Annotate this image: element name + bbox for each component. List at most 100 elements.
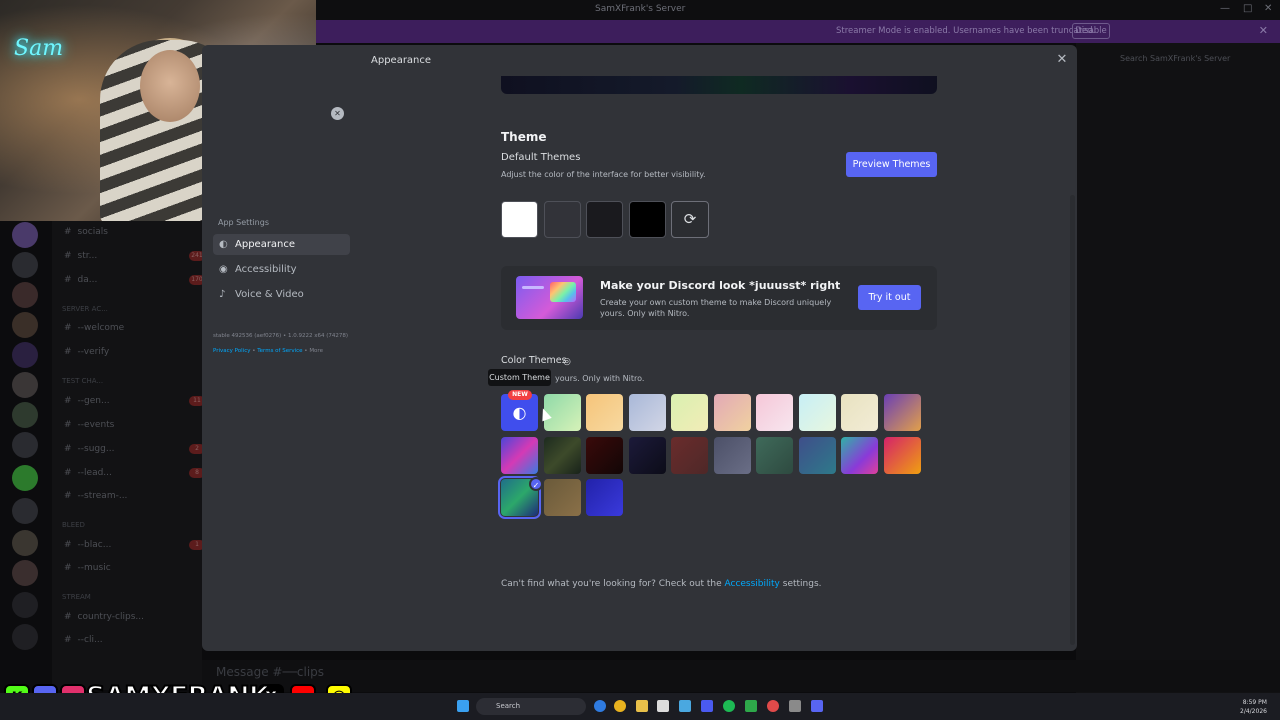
server-icon[interactable]	[12, 222, 38, 248]
channel-category[interactable]: SERVER AC...	[62, 305, 108, 313]
terms-link[interactable]: Terms of Service	[257, 348, 302, 354]
sidebar-item-appearance[interactable]: ◐ Appearance	[213, 234, 350, 255]
windows-taskbar	[0, 693, 1280, 720]
color-theme-swatch[interactable]	[756, 436, 793, 474]
illustration-window	[550, 282, 576, 302]
color-theme-swatch[interactable]	[798, 436, 836, 474]
sync-icon[interactable]: ⟳	[671, 201, 709, 238]
discord-icon[interactable]	[811, 700, 823, 712]
app-icon[interactable]	[745, 700, 757, 712]
server-icon[interactable]	[12, 312, 38, 338]
channel-category[interactable]: stream	[62, 593, 91, 601]
microphone-icon: ♪	[219, 289, 226, 300]
color-theme-swatch[interactable]	[628, 394, 666, 431]
channel-category[interactable]: Test Cha...	[62, 377, 103, 385]
message-input[interactable]: Message #──clips	[216, 665, 324, 679]
color-theme-swatch[interactable]	[628, 436, 666, 474]
file-explorer-icon[interactable]	[636, 700, 648, 712]
disable-streamer-mode-button[interactable]: Disable	[1072, 23, 1110, 39]
theme-swatch-ash[interactable]	[544, 201, 581, 238]
minimize-button[interactable]: —	[1220, 3, 1230, 14]
sidebar-close-icon[interactable]: ✕	[331, 107, 344, 120]
window-close-button[interactable]: ✕	[1264, 3, 1272, 14]
server-search-input[interactable]: Search SamXFrank's Server	[1120, 54, 1230, 63]
privacy-policy-link[interactable]: Privacy Policy	[213, 348, 250, 354]
channel-item[interactable]: # --events	[64, 420, 114, 430]
start-icon[interactable]	[457, 700, 469, 712]
server-icon[interactable]	[12, 432, 38, 458]
color-theme-swatch[interactable]	[671, 436, 708, 474]
taskbar-search[interactable]: Search	[476, 698, 586, 715]
palette-icon: ◐	[219, 239, 228, 250]
message-composer: Message #──clips	[202, 660, 1280, 692]
app-icon[interactable]	[679, 700, 691, 712]
channel-item[interactable]: # --gen...	[64, 396, 110, 406]
check-icon: ✓	[529, 477, 543, 491]
settings-icon[interactable]	[789, 700, 801, 712]
streamer-face	[140, 50, 200, 122]
explore-icon[interactable]	[12, 624, 38, 650]
sidebar-item-voice-video[interactable]: ♪ Voice & Video	[213, 284, 350, 305]
color-theme-swatch[interactable]	[586, 436, 623, 474]
channel-item[interactable]: # --cli...	[64, 635, 103, 645]
maximize-button[interactable]: □	[1243, 3, 1252, 14]
server-icon[interactable]	[12, 465, 38, 491]
color-theme-swatch[interactable]	[798, 394, 836, 431]
server-icon[interactable]	[12, 498, 38, 524]
color-theme-swatch[interactable]	[543, 436, 581, 474]
taskbar-clock[interactable]: 8:59 PM 2/4/2026	[1240, 698, 1267, 716]
color-theme-swatch[interactable]	[756, 394, 793, 431]
spotify-icon[interactable]	[723, 700, 735, 712]
more-link[interactable]: More	[309, 348, 323, 354]
channel-item[interactable]: # --blac...	[64, 540, 111, 550]
color-theme-swatch[interactable]	[883, 436, 921, 474]
try-it-out-button[interactable]: Try it out	[858, 285, 921, 310]
channel-item[interactable]: # country-clips...	[64, 612, 144, 622]
channel-category[interactable]: Bleed	[62, 521, 85, 529]
theme-swatch-light[interactable]	[501, 201, 538, 238]
app-icon[interactable]	[701, 700, 713, 712]
theme-swatch-dark[interactable]	[586, 201, 623, 238]
color-theme-swatch[interactable]	[841, 394, 878, 431]
add-server-icon[interactable]	[12, 592, 38, 618]
channel-item[interactable]: # --lead...	[64, 468, 112, 478]
sidebar-item-accessibility[interactable]: ◉ Accessibility	[213, 259, 350, 280]
close-icon[interactable]: ✕	[1259, 24, 1268, 37]
color-theme-swatch[interactable]	[586, 479, 623, 516]
color-theme-swatch[interactable]	[671, 394, 708, 431]
modal-scrollbar[interactable]	[1070, 195, 1075, 645]
color-theme-swatch[interactable]	[883, 394, 921, 431]
server-icon[interactable]	[12, 530, 38, 556]
channel-item[interactable]: # str...	[64, 251, 97, 261]
channel-item[interactable]: # socials	[64, 227, 108, 237]
server-icon[interactable]	[12, 560, 38, 586]
app-icon[interactable]	[767, 700, 779, 712]
channel-item[interactable]: # --stream-...	[64, 491, 127, 501]
channel-item[interactable]: # --verify	[64, 347, 109, 357]
close-icon[interactable]: ✕	[1055, 53, 1069, 67]
color-theme-swatch[interactable]	[841, 436, 878, 474]
color-theme-swatch[interactable]	[713, 394, 751, 431]
preview-themes-button[interactable]: Preview Themes	[846, 152, 937, 177]
color-theme-swatch[interactable]	[543, 479, 581, 516]
edge-icon[interactable]	[594, 700, 606, 712]
server-icon[interactable]	[12, 252, 38, 278]
color-theme-swatch[interactable]	[586, 394, 623, 431]
server-icon[interactable]	[12, 372, 38, 398]
channel-item[interactable]: # --welcome	[64, 323, 124, 333]
channel-item[interactable]: # da...	[64, 275, 97, 285]
channel-item[interactable]: # --sugg...	[64, 444, 114, 454]
clock-date: 2/4/2026	[1240, 708, 1267, 715]
nitro-title: Make your Discord look *juuusst* right	[600, 279, 841, 292]
color-theme-swatch[interactable]	[501, 436, 538, 474]
chrome-icon[interactable]	[614, 700, 626, 712]
color-theme-swatch[interactable]	[713, 436, 751, 474]
theme-swatch-onyx[interactable]	[629, 201, 666, 238]
server-icon[interactable]	[12, 342, 38, 368]
default-themes-description: Adjust the color of the interface for be…	[501, 170, 706, 179]
store-icon[interactable]	[657, 700, 669, 712]
server-icon[interactable]	[12, 402, 38, 428]
server-icon[interactable]	[12, 282, 38, 308]
channel-item[interactable]: # --music	[64, 563, 111, 573]
accessibility-link[interactable]: Accessibility	[725, 579, 780, 589]
